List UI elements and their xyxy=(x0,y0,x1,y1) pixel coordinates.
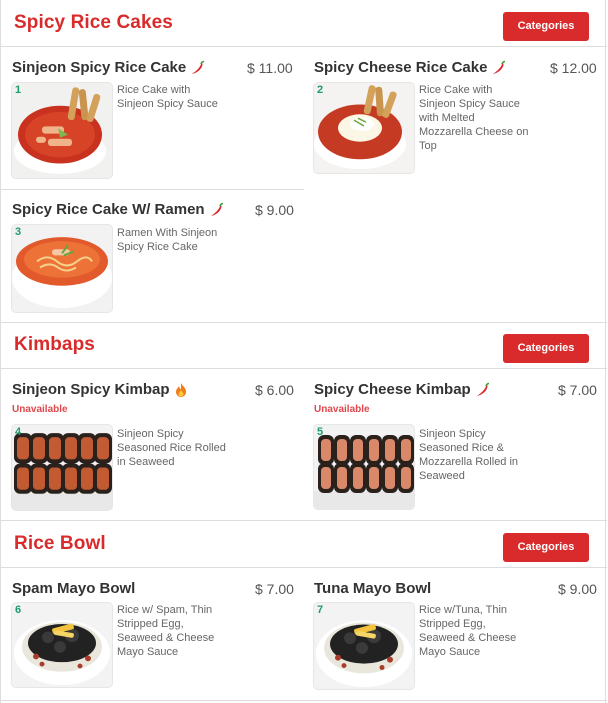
item-name: Spicy Cheese Rice Cake xyxy=(314,59,506,76)
item-name-text: Spicy Rice Cake W/ Ramen xyxy=(12,201,205,218)
menu-item[interactable]: Spicy Rice Cake W/ Ramen $ 9.00 3 Ramen … xyxy=(12,201,304,313)
section-header-kimbaps: Kimbaps Categories xyxy=(1,323,607,369)
item-price: $ 7.00 xyxy=(558,382,597,398)
chili-pepper-icon xyxy=(490,60,506,76)
item-divider xyxy=(1,189,304,190)
item-price: $ 9.00 xyxy=(255,202,294,218)
chili-pepper-icon xyxy=(474,382,490,398)
item-price: $ 11.00 xyxy=(247,60,293,76)
categories-button[interactable]: Categories xyxy=(503,12,589,41)
item-price: $ 12.00 xyxy=(550,60,597,76)
menu-page: Spicy Rice Cakes Categories Sinjeon Spic… xyxy=(0,0,607,703)
item-description: Rice Cake with Sinjeon Spicy Sauce with … xyxy=(419,84,529,152)
cheese-rice-cake-photo xyxy=(314,83,414,173)
menu-item[interactable]: Sinjeon Spicy Rice Cake $ 11.00 1 Rice C… xyxy=(12,59,304,181)
item-price: $ 7.00 xyxy=(255,581,294,597)
item-number: 1 xyxy=(15,84,22,96)
kimbap-photo xyxy=(12,425,112,510)
item-image[interactable]: 5 xyxy=(314,425,414,509)
item-number: 5 xyxy=(317,426,324,438)
item-name: Spam Mayo Bowl xyxy=(12,580,135,597)
section-header-rice-bowl: Rice Bowl Categories xyxy=(1,521,607,568)
section-divider xyxy=(1,700,607,701)
unavailable-label: Unavailable xyxy=(12,404,68,415)
section-title: Kimbaps xyxy=(14,334,95,355)
item-number: 3 xyxy=(15,226,22,238)
menu-item[interactable]: Spicy Cheese Rice Cake $ 12.00 2 Rice Ca… xyxy=(314,59,606,181)
item-name-text: Sinjeon Spicy Kimbap xyxy=(12,381,170,398)
spam-mayo-bowl-photo xyxy=(12,603,112,687)
item-name-text: Spicy Cheese Rice Cake xyxy=(314,59,488,76)
item-price: $ 9.00 xyxy=(558,581,597,597)
section-title: Spicy Rice Cakes xyxy=(14,12,173,33)
unavailable-label: Unavailable xyxy=(314,404,370,415)
item-image[interactable]: 6 xyxy=(12,603,112,687)
rice-cake-photo xyxy=(12,83,112,178)
item-name-text: Sinjeon Spicy Rice Cake xyxy=(12,59,187,76)
item-name: Tuna Mayo Bowl xyxy=(314,580,431,597)
fire-icon xyxy=(173,382,189,398)
item-name-text: Spam Mayo Bowl xyxy=(12,580,136,597)
item-description: Rice w/ Spam, Thin Stripped Egg, Seaweed… xyxy=(117,604,215,658)
cheese-kimbap-photo xyxy=(314,425,414,509)
item-description: Ramen With Sinjeon Spicy Rice Cake xyxy=(117,227,218,253)
menu-item[interactable]: Spam Mayo Bowl $ 7.00 6 Rice w/ Spam, Th… xyxy=(12,580,304,692)
item-name-text: Tuna Mayo Bowl xyxy=(314,580,432,597)
item-image[interactable]: 1 xyxy=(12,83,112,178)
item-image[interactable]: 7 xyxy=(314,603,414,689)
item-image[interactable]: 3 xyxy=(12,225,112,312)
chili-pepper-icon xyxy=(189,60,205,76)
item-name: Sinjeon Spicy Kimbap xyxy=(12,381,189,398)
section-header-spicy-rice-cakes: Spicy Rice Cakes Categories xyxy=(1,0,607,47)
ramen-photo xyxy=(12,225,112,312)
item-price: $ 6.00 xyxy=(255,382,294,398)
item-number: 2 xyxy=(317,84,324,96)
item-number: 4 xyxy=(15,426,22,438)
item-name: Spicy Cheese Kimbap xyxy=(314,381,490,398)
tuna-mayo-bowl-photo xyxy=(314,603,414,689)
section-title: Rice Bowl xyxy=(14,533,106,554)
menu-item[interactable]: Spicy Cheese Kimbap $ 7.00 Unavailable 5… xyxy=(314,381,606,513)
item-description: Rice Cake with Sinjeon Spicy Sauce xyxy=(117,84,218,110)
item-number: 7 xyxy=(317,604,324,616)
item-image[interactable]: 4 xyxy=(12,425,112,510)
item-image[interactable]: 2 xyxy=(314,83,414,173)
menu-item[interactable]: Tuna Mayo Bowl $ 9.00 7 Rice w/Tuna, Thi… xyxy=(314,580,606,692)
categories-button[interactable]: Categories xyxy=(503,334,589,363)
item-description: Rice w/Tuna, Thin Stripped Egg, Seaweed … xyxy=(419,604,517,658)
item-name-text: Spicy Cheese Kimbap xyxy=(314,381,471,398)
item-description: Sinjeon Spicy Seasoned Rice & Mozzarella… xyxy=(419,428,519,482)
categories-button[interactable]: Categories xyxy=(503,533,589,562)
item-name: Sinjeon Spicy Rice Cake xyxy=(12,59,205,76)
item-description: Sinjeon Spicy Seasoned Rice Rolled in Se… xyxy=(117,428,226,468)
item-name: Spicy Rice Cake W/ Ramen xyxy=(12,201,224,218)
item-number: 6 xyxy=(15,604,22,616)
menu-item[interactable]: Sinjeon Spicy Kimbap $ 6.00 Unavailable … xyxy=(12,381,304,513)
chili-pepper-icon xyxy=(208,202,224,218)
